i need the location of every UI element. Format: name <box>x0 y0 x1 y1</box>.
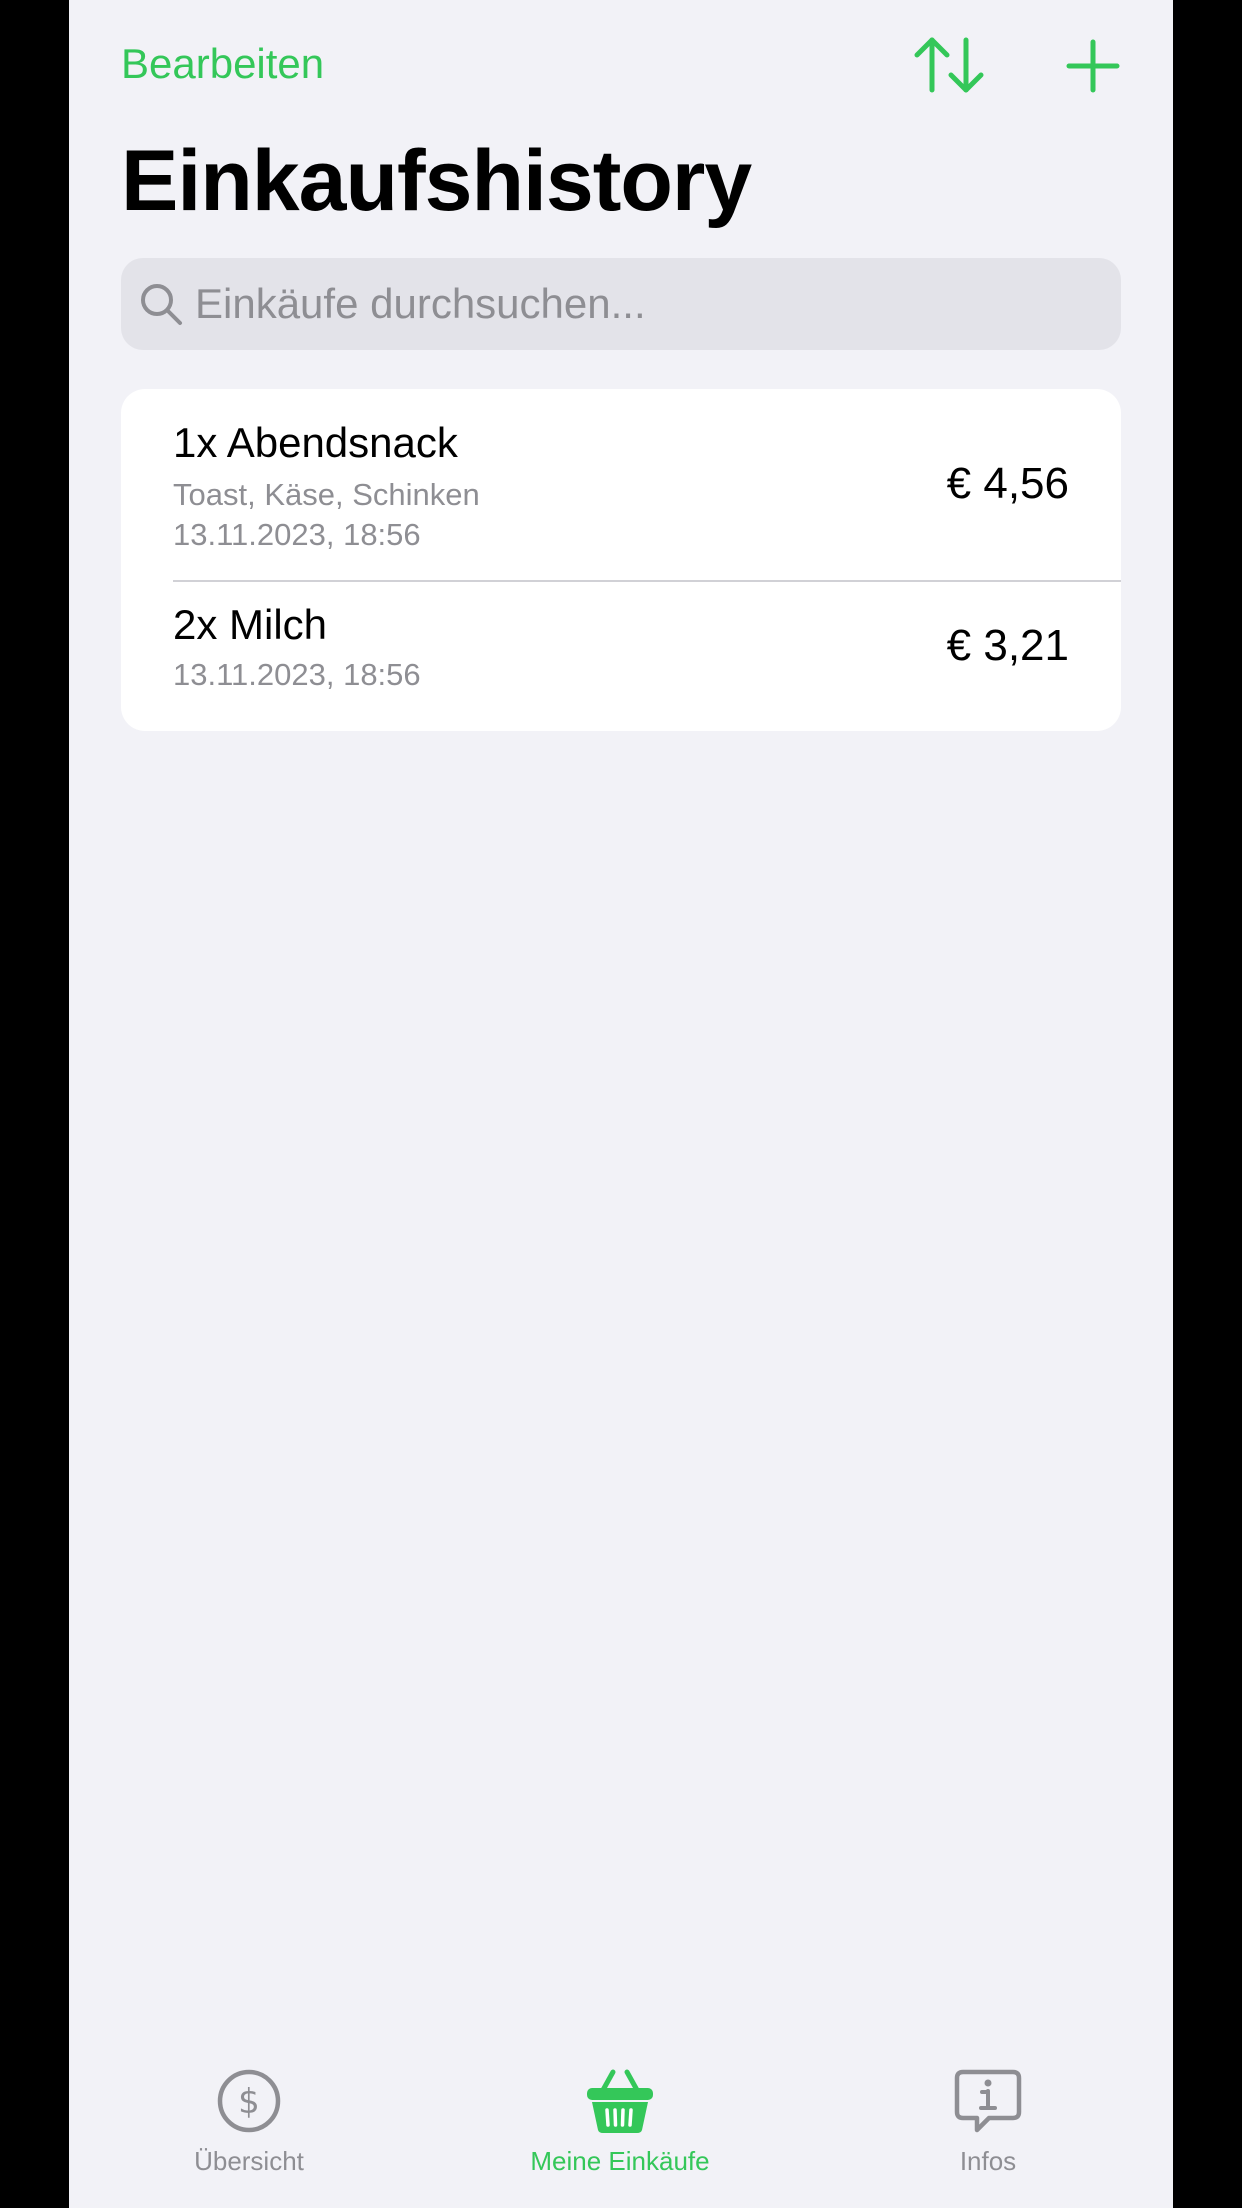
purchase-row[interactable]: 2x Milch 13.11.2023, 18:56 € 3,21 <box>121 581 1121 731</box>
purchase-title: 1x Abendsnack <box>173 419 458 466</box>
svg-text:$: $ <box>238 2082 260 2122</box>
search-icon <box>141 284 182 325</box>
info-bubble-icon <box>954 2069 1022 2133</box>
purchase-price: € 4,56 <box>946 459 1069 508</box>
app-screen: Bearbeiten Einkaufshistory Einkäufe durc… <box>69 0 1173 2208</box>
purchase-list: 1x Abendsnack Toast, Käse, Schinken 13.1… <box>121 389 1121 731</box>
tab-infos[interactable]: Infos <box>838 2040 1138 2208</box>
arrow-up-arrow-down-icon <box>914 37 984 93</box>
basket-icon <box>587 2069 653 2133</box>
purchase-price: € 3,21 <box>946 621 1069 670</box>
purchase-date: 13.11.2023, 18:56 <box>173 657 421 692</box>
search-input[interactable] <box>195 258 1095 350</box>
plus-icon <box>1066 39 1120 93</box>
sort-button[interactable] <box>913 34 985 96</box>
purchase-row[interactable]: 1x Abendsnack Toast, Käse, Schinken 13.1… <box>121 389 1121 580</box>
tab-bar: $ Übersicht Meine Einkäufe Infos <box>69 2040 1173 2208</box>
dollar-circle-icon: $ <box>217 2069 281 2133</box>
page-title: Einkaufshistory <box>121 133 752 229</box>
search-bar[interactable] <box>121 258 1121 350</box>
tab-label: Meine Einkäufe <box>530 2146 710 2176</box>
purchase-title: 2x Milch <box>173 601 328 648</box>
tab-label: Übersicht <box>194 2146 304 2176</box>
purchase-items: Toast, Käse, Schinken <box>173 477 480 512</box>
tab-overview[interactable]: $ Übersicht <box>99 2040 399 2208</box>
tab-my-purchases[interactable]: Meine Einkäufe <box>470 2040 770 2208</box>
purchase-date: 13.11.2023, 18:56 <box>173 517 421 552</box>
add-purchase-button[interactable] <box>1065 38 1121 94</box>
edit-button[interactable]: Bearbeiten <box>121 40 324 88</box>
tab-label: Infos <box>959 2146 1017 2176</box>
